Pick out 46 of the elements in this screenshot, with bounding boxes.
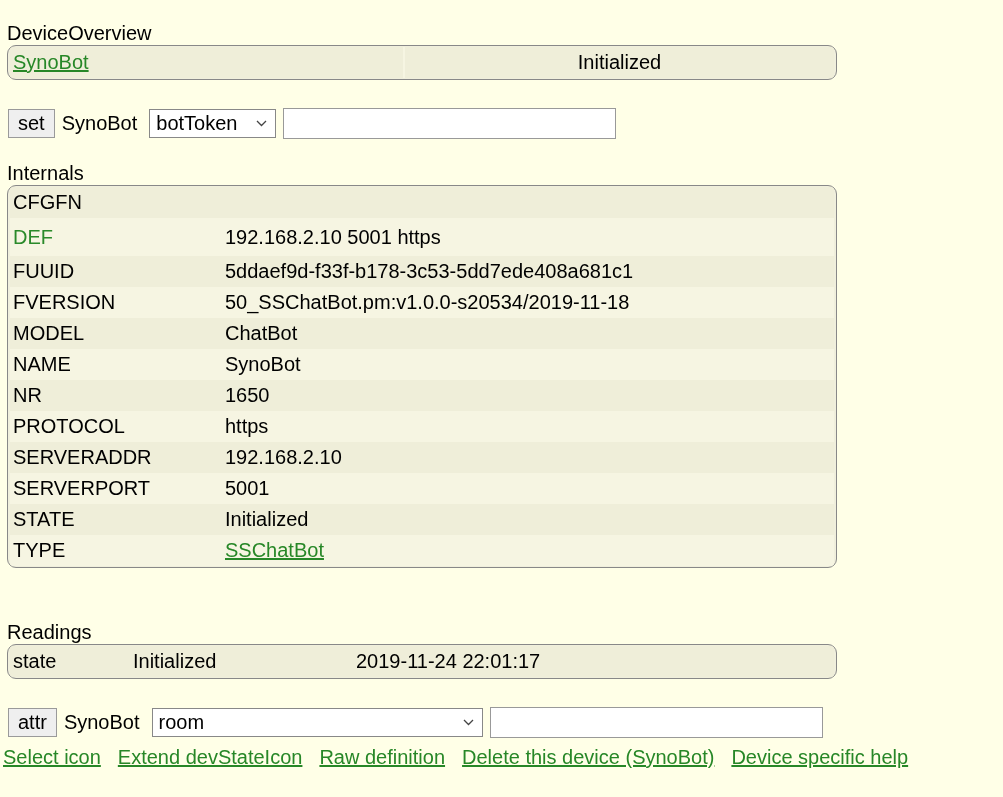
action-link[interactable]: Device specific help — [731, 746, 909, 769]
reading-name: state — [12, 650, 58, 673]
caret-icon — [462, 719, 474, 726]
option-dropdown[interactable]: botToken — [149, 109, 277, 138]
section-title: Internals — [7, 161, 85, 185]
device-link[interactable]: SynoBot — [13, 51, 89, 74]
value-field[interactable] — [283, 108, 617, 139]
internal-name: FUUID — [12, 260, 76, 283]
internal-name: FVERSION — [12, 291, 117, 314]
value-field[interactable] — [489, 707, 823, 738]
internal-value: 192.168.2.10 5001 https — [225, 225, 441, 248]
internal-name: SERVERPORT — [12, 477, 152, 500]
device-label: SynoBot — [61, 112, 138, 135]
device-label: SynoBot — [63, 711, 140, 734]
internal-name: PROTOCOL — [12, 415, 126, 438]
reading-time: 2019-11-24 22:01:17 — [355, 650, 542, 673]
internal-value: 1650 — [225, 384, 270, 406]
section-title: Readings — [7, 620, 93, 644]
internal-name: NR — [12, 384, 43, 407]
internal-name: NAME — [12, 353, 72, 376]
action-link[interactable]: Select icon — [3, 746, 101, 769]
internal-value: 192.168.2.10 — [225, 446, 342, 468]
state-text: Initialized — [576, 51, 663, 74]
internal-name: SERVERADDR — [12, 446, 153, 469]
reading-value: Initialized — [132, 650, 218, 673]
internal-name: CFGFN — [12, 191, 83, 214]
action-link[interactable]: Extend devStateIcon — [117, 746, 303, 769]
action-link[interactable]: Raw definition — [319, 746, 446, 769]
command-button[interactable]: attr — [8, 708, 57, 737]
internal-name: MODEL — [12, 322, 86, 345]
action-link[interactable]: Delete this device (SynoBot) — [462, 746, 715, 769]
internal-value: 5ddaef9d-f33f-b178-3c53-5dd7ede408a681c1 — [225, 260, 634, 282]
internal-name: TYPE — [12, 539, 67, 562]
internal-value: ChatBot — [225, 322, 298, 344]
section-title: DeviceOverview — [7, 21, 153, 45]
internal-value: SynoBot — [225, 353, 301, 375]
internal-value: Initialized — [225, 508, 309, 530]
internal-value: 5001 — [225, 477, 270, 499]
command-button[interactable]: set — [8, 109, 55, 138]
caret-icon — [256, 120, 268, 127]
internal-name: STATE — [12, 508, 76, 531]
internal-value: https — [225, 415, 269, 437]
internal-name: DEF — [12, 225, 54, 249]
internal-value: 50_SSChatBot.pm:v1.0.0-s20534/2019-11-18 — [225, 291, 630, 313]
value-link[interactable]: SSChatBot — [225, 539, 324, 561]
option-dropdown[interactable]: room — [151, 708, 483, 737]
